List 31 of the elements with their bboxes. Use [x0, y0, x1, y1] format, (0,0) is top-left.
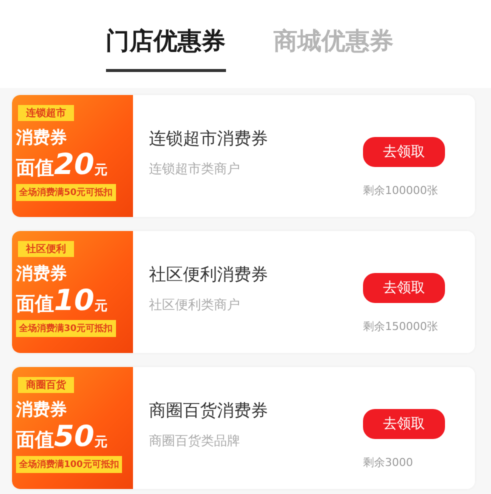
- value-label: 面值: [16, 428, 54, 453]
- value-unit: 元: [94, 162, 108, 179]
- coupon-tag: 商圈百货: [18, 377, 74, 393]
- coupon-title: 商圈百货消费券: [149, 400, 269, 422]
- claim-button[interactable]: 去领取: [363, 409, 445, 439]
- coupon-title: 连锁超市消费券: [149, 128, 269, 150]
- coupon-value: 50: [54, 421, 94, 451]
- claim-button[interactable]: 去领取: [363, 273, 445, 303]
- claim-button[interactable]: 去领取: [363, 137, 445, 167]
- value-unit: 元: [94, 298, 108, 315]
- coupon-condition: 全场消费满50元可抵扣: [16, 184, 116, 201]
- coupon-condition: 全场消费满30元可抵扣: [16, 320, 116, 337]
- value-label: 面值: [16, 292, 54, 317]
- coupon-tag: 连锁超市: [18, 105, 74, 121]
- tab[interactable]: 门店优惠券: [106, 0, 226, 72]
- remaining-count: 剩余100000张: [363, 183, 438, 198]
- coupon-subtitle: 社区便利类商户: [149, 297, 241, 314]
- coupon-subtitle: 连锁超市类商户: [149, 161, 241, 178]
- coupon-heading: 消费券: [16, 399, 67, 421]
- coupon-heading: 消费券: [16, 127, 67, 149]
- coupon-value: 10: [54, 285, 94, 315]
- coupon-value: 20: [54, 149, 94, 179]
- value-unit: 元: [94, 434, 108, 451]
- coupon-subtitle: 商圈百货类品牌: [149, 433, 241, 450]
- coupon-heading: 消费券: [16, 263, 67, 285]
- remaining-count: 剩余3000: [363, 455, 413, 470]
- value-label: 面值: [16, 156, 54, 181]
- coupon-title: 社区便利消费券: [149, 264, 269, 286]
- coupon-condition: 全场消费满100元可抵扣: [16, 456, 122, 473]
- coupon-tag: 社区便利: [18, 241, 74, 257]
- remaining-count: 剩余150000张: [363, 319, 438, 334]
